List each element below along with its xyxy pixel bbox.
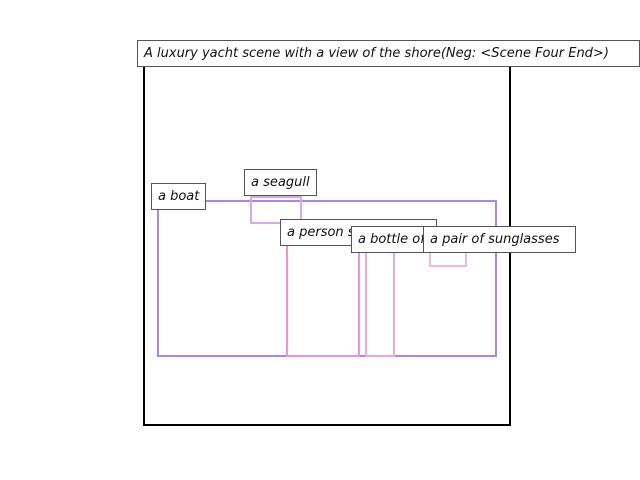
boat-label: a boat <box>151 183 207 210</box>
scene-title: A luxury yacht scene with a view of the … <box>137 40 640 67</box>
seagull-label: a seagull <box>244 169 317 196</box>
sunglasses-label: a pair of sunglasses <box>423 226 576 253</box>
layout-canvas: A luxury yacht scene with a view of the … <box>0 0 640 480</box>
sunscreen-bottle-box <box>365 246 395 357</box>
person-sunbathing-box <box>286 236 360 357</box>
